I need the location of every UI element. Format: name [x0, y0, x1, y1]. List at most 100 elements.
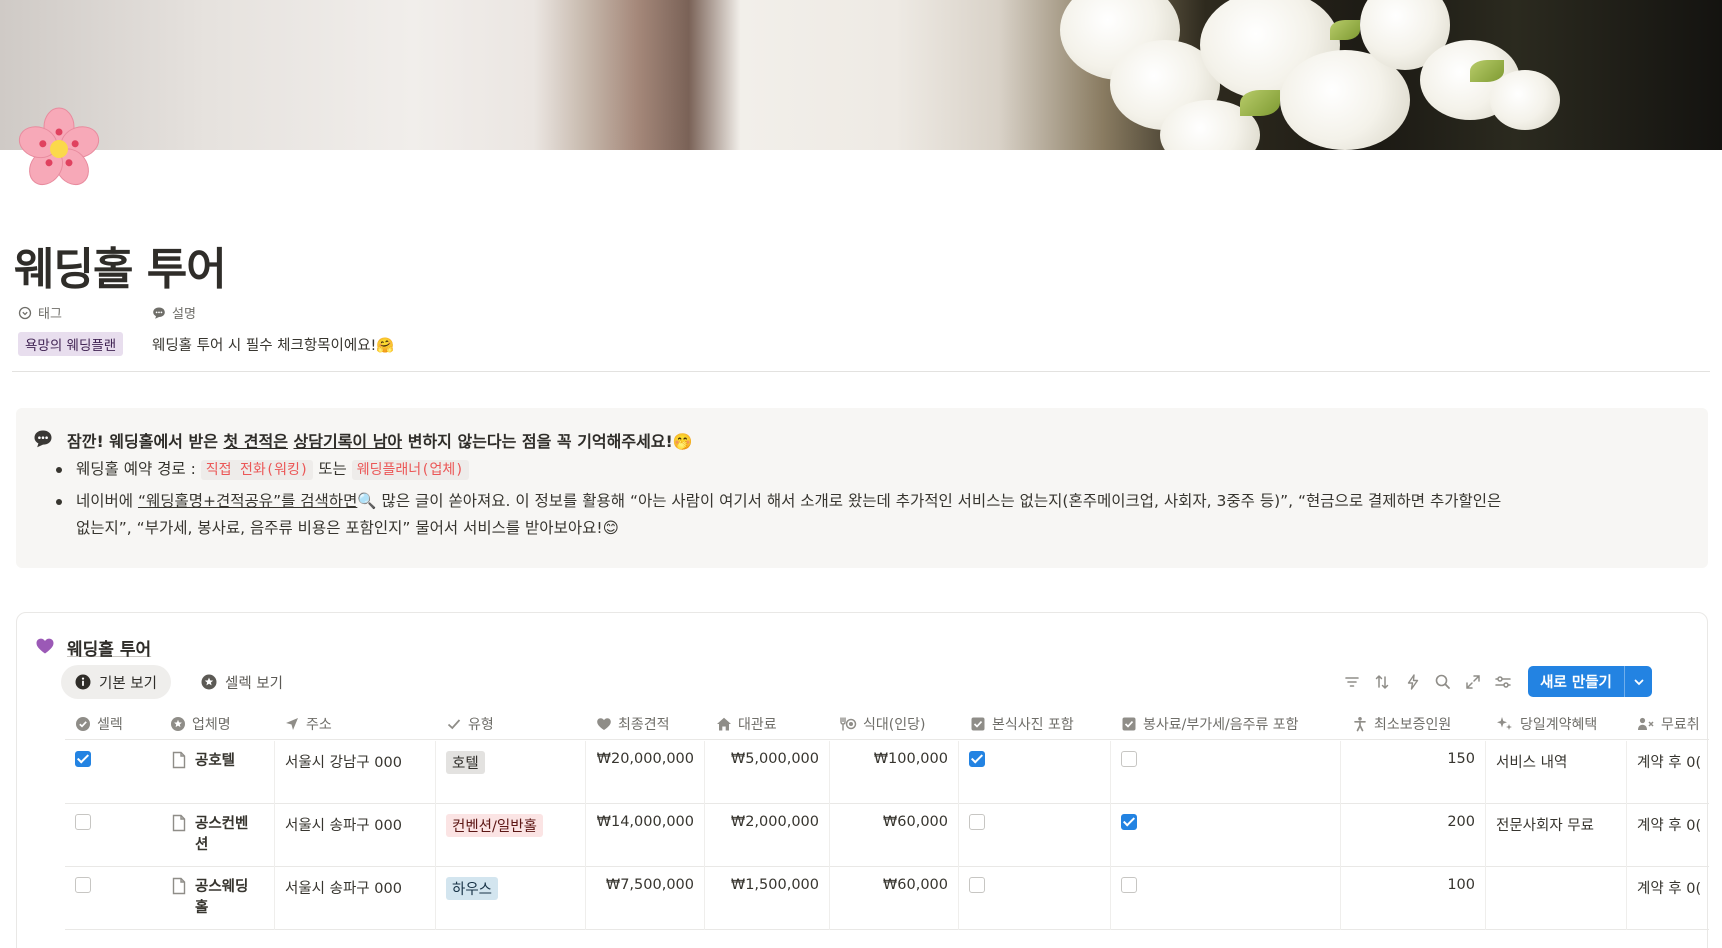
cover-image[interactable] [0, 0, 1722, 150]
free-cancel-cell[interactable]: 계약 후 0( [1627, 741, 1709, 804]
bullet-text: 웨딩홀 예약 경로 : [76, 460, 201, 478]
column-header-label: 당일계약혜택 [1520, 717, 1598, 733]
photo-included-checkbox[interactable] [969, 814, 985, 830]
column-header-benefit[interactable]: 당일계약혜택 [1486, 708, 1597, 740]
benefit-cell[interactable]: 서비스 내역 [1486, 741, 1627, 804]
checkbox-icon [1122, 717, 1136, 731]
free-cancel-cell[interactable]: 계약 후 0( [1627, 867, 1709, 930]
info-icon [75, 674, 91, 690]
final-quote-cell[interactable]: ₩7,500,000 [586, 867, 705, 930]
free-cancel-cell[interactable]: 계약 후 0( [1627, 804, 1709, 867]
view-tab-select[interactable]: 셀렉 보기 [187, 665, 297, 699]
search-icon[interactable] [1433, 672, 1453, 692]
column-header-address[interactable]: 주소 [274, 708, 332, 740]
callout-title-underline: 상담기록이 남아 [293, 432, 403, 451]
callout-title-text: 잠깐! 웨딩홀에서 받은 [67, 432, 224, 451]
rental-fee-cell[interactable]: ₩1,500,000 [705, 867, 830, 930]
person-icon [1354, 717, 1366, 732]
inline-code: 직접 전화(워킹) [200, 460, 314, 480]
type-cell[interactable]: 컨벤션/일반홀 [436, 804, 586, 867]
type-pill: 컨벤션/일반홀 [446, 814, 543, 837]
min-guests-cell[interactable]: 150 [1341, 741, 1486, 804]
column-header-label: 유형 [468, 717, 494, 733]
new-button[interactable]: 새로 만들기 [1528, 666, 1652, 697]
select-cell[interactable] [65, 867, 161, 930]
fees-included-cell[interactable] [1111, 804, 1341, 867]
address-cell[interactable]: 서울시 송파구 000 [275, 867, 436, 930]
fees-included-checkbox[interactable] [1121, 814, 1137, 830]
utensils-icon [840, 717, 857, 731]
address-cell[interactable]: 서울시 강남구 000 [275, 741, 436, 804]
table-row[interactable]: 공호텔 서울시 강남구 000 호텔 ₩20,000,000 ₩5,000,00… [65, 741, 1709, 804]
column-header-photo[interactable]: 본식사진 포함 [960, 708, 1074, 740]
address-cell[interactable]: 서울시 송파구 000 [275, 804, 436, 867]
database-title[interactable]: 웨딩홀 투어 [67, 635, 151, 660]
column-header-rental-fee[interactable]: 대관료 [706, 708, 777, 740]
name-cell[interactable]: 공호텔 [161, 741, 275, 804]
meal-cell[interactable]: ₩60,000 [830, 804, 959, 867]
column-header-name[interactable]: 업체명 [160, 708, 231, 740]
cherry-blossom-icon[interactable] [14, 104, 104, 194]
select-cell[interactable] [65, 804, 161, 867]
photo-included-cell[interactable] [959, 804, 1111, 867]
desc-value[interactable]: 웨딩홀 투어 시 필수 체크항목이에요!🤗 [152, 334, 394, 355]
rental-fee-cell[interactable]: ₩2,000,000 [705, 804, 830, 867]
final-quote-cell[interactable]: ₩14,000,000 [586, 804, 705, 867]
column-header-final-quote[interactable]: 최종견적 [586, 708, 670, 740]
chevron-down-icon[interactable] [1625, 676, 1652, 688]
select-checkbox[interactable] [75, 814, 91, 830]
photo-included-checkbox[interactable] [969, 877, 985, 893]
table-row[interactable]: 공스웨딩홀 서울시 송파구 000 하우스 ₩7,500,000 ₩1,500,… [65, 867, 1709, 930]
settings-sliders-icon[interactable] [1493, 672, 1513, 692]
property-tag-header[interactable]: 태그 [18, 303, 62, 322]
name-cell[interactable]: 공스컨벤션 [161, 804, 275, 867]
fees-included-cell[interactable] [1111, 741, 1341, 804]
final-quote-cell[interactable]: ₩20,000,000 [586, 741, 705, 804]
page-title[interactable]: 웨딩홀 투어 [14, 233, 227, 297]
tag-property-icon [18, 306, 32, 319]
automation-bolt-icon[interactable] [1403, 672, 1423, 692]
callout-bullet-2: 네이버에 “웨딩홀명+견적공유”를 검색하면🔍 많은 글이 쏟아져요. 이 정보… [56, 488, 1686, 542]
select-checkbox[interactable] [75, 751, 91, 767]
fees-included-checkbox[interactable] [1121, 751, 1137, 767]
type-cell[interactable]: 하우스 [436, 867, 586, 930]
table-row[interactable]: 공스컨벤션 서울시 송파구 000 컨벤션/일반홀 ₩14,000,000 ₩2… [65, 804, 1709, 867]
photo-included-cell[interactable] [959, 741, 1111, 804]
fees-included-cell[interactable] [1111, 867, 1341, 930]
row-name[interactable]: 공스컨벤션 [195, 814, 257, 856]
sort-icon[interactable] [1372, 672, 1392, 692]
row-name[interactable]: 공호텔 [195, 751, 235, 772]
filter-icon[interactable] [1342, 672, 1362, 692]
view-tab-label: 셀렉 보기 [225, 675, 283, 692]
type-cell[interactable]: 호텔 [436, 741, 586, 804]
benefit-cell[interactable]: 전문사회자 무료 [1486, 804, 1627, 867]
divider [12, 371, 1710, 372]
meal-cell[interactable]: ₩60,000 [830, 867, 959, 930]
callout-box[interactable]: 잠깐! 웨딩홀에서 받은 첫 견적은 상담기록이 남아 변하지 않는다는 점을 … [16, 408, 1708, 568]
row-name[interactable]: 공스웨딩홀 [195, 877, 257, 919]
name-cell[interactable]: 공스웨딩홀 [161, 867, 275, 930]
bullet-text: 없는지”, “부가세, 봉사료, 음주류 비용은 포함인지” 물어서 서비스를 … [76, 519, 619, 537]
column-header-meal[interactable]: 식대(인당) [829, 708, 925, 740]
column-header-select[interactable]: 셀렉 [65, 708, 123, 740]
column-header-type[interactable]: 유형 [436, 708, 494, 740]
speech-bubble-icon [153, 307, 165, 319]
min-guests-cell[interactable]: 200 [1341, 804, 1486, 867]
column-header-fees[interactable]: 봉사료/부가세/음주류 포함 [1111, 708, 1299, 740]
tag-value-pill[interactable]: 욕망의 웨딩플랜 [18, 332, 124, 356]
rental-fee-cell[interactable]: ₩5,000,000 [705, 741, 830, 804]
select-cell[interactable] [65, 741, 161, 804]
photo-included-cell[interactable] [959, 867, 1111, 930]
expand-icon[interactable] [1463, 672, 1483, 692]
meal-cell[interactable]: ₩100,000 [830, 741, 959, 804]
column-header-free-cancel[interactable]: 무료취 [1627, 708, 1700, 740]
property-tag-label: 태그 [38, 307, 62, 322]
photo-included-checkbox[interactable] [969, 751, 985, 767]
fees-included-checkbox[interactable] [1121, 877, 1137, 893]
benefit-cell[interactable] [1486, 867, 1627, 930]
select-checkbox[interactable] [75, 877, 91, 893]
min-guests-cell[interactable]: 100 [1341, 867, 1486, 930]
column-header-min-guests[interactable]: 최소보증인원 [1342, 708, 1451, 740]
view-tab-basic[interactable]: 기본 보기 [61, 665, 171, 699]
property-desc-header[interactable]: 설명 [152, 303, 196, 322]
